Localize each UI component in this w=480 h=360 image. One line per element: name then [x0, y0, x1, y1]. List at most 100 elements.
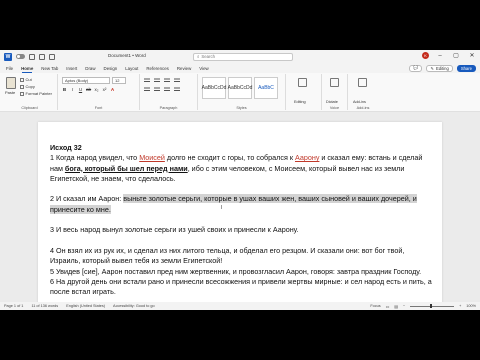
brush-icon [20, 91, 24, 96]
ribbon: Paste Cut Copy Format Painter Clipboard … [0, 73, 480, 112]
tab-file[interactable]: File [6, 66, 13, 71]
editing-group: Editing [286, 74, 322, 110]
font-size-select[interactable]: 12 [112, 77, 126, 84]
align-center-icon[interactable] [154, 87, 160, 92]
editing-group-label: Editing [294, 100, 306, 104]
save-icon[interactable] [29, 53, 35, 60]
addins-group: Add-ins Add-ins [348, 74, 378, 110]
style-heading-1[interactable]: AaBbC [254, 77, 278, 99]
style-normal[interactable]: AaBbCcDd [202, 77, 226, 99]
numbering-icon[interactable] [154, 78, 160, 83]
verse-1-bold-text: бога, который бы шел перед нами [64, 163, 188, 173]
pencil-icon: ✎ [430, 65, 434, 71]
undo-icon[interactable] [39, 53, 45, 60]
zoom-in-button[interactable]: + [459, 304, 461, 308]
maximize-button[interactable]: ▢ [451, 52, 461, 59]
search-icon: ⌕ [197, 54, 200, 59]
tab-draw[interactable]: Draw [85, 66, 95, 71]
zoom-out-button[interactable]: − [403, 304, 405, 308]
cut-button[interactable]: Cut [20, 77, 32, 82]
indent-icon[interactable] [174, 78, 180, 83]
tab-new-tab[interactable]: New Tab [41, 66, 58, 71]
mouse-cursor-icon: I [221, 205, 223, 211]
focus-button[interactable]: Focus [370, 304, 380, 308]
microphone-icon[interactable] [330, 78, 339, 87]
editing-mode-label: Editing [436, 65, 449, 71]
verse-3: 3 И весь народ вынул золотые серьги из у… [50, 225, 299, 235]
verse-6: 6 На другой день они встали рано и прине… [50, 276, 432, 297]
strikethrough-button[interactable]: ab [86, 87, 91, 92]
voice-group-label: Voice [329, 106, 340, 110]
autosave-toggle[interactable] [16, 54, 25, 59]
verse-1-text-b: долго не сходит с горы, то собрался к [164, 153, 295, 163]
avatar[interactable]: K [422, 52, 429, 59]
voice-group: Dictate Voice [322, 74, 348, 110]
verse-1-link-moses[interactable]: Моисей [139, 153, 165, 162]
tab-layout[interactable]: Layout [125, 66, 138, 71]
page-count[interactable]: Page 1 of 1 [4, 304, 23, 308]
verse-1-link-aaron[interactable]: Аарону [295, 153, 319, 162]
minimize-button[interactable]: – [435, 53, 445, 59]
document-body[interactable]: Исход 32 1 Когда народ увидел, что Моисе… [50, 143, 434, 297]
font-group: Aptos (Body) 12 B I U ab x₂ x² A Font [58, 74, 140, 110]
addins-icon[interactable] [358, 78, 367, 87]
tab-insert[interactable]: Insert [66, 66, 77, 71]
verse-2: 2 И сказал им Аарон: выньте золотые серь… [50, 194, 434, 215]
word-count[interactable]: 11 of 136 words [31, 304, 58, 308]
font-name-select[interactable]: Aptos (Body) [62, 77, 110, 84]
close-button[interactable]: ✕ [467, 52, 477, 59]
search-input[interactable]: ⌕ Search [193, 52, 293, 61]
addins-group-label: Add-ins [356, 106, 370, 110]
format-painter-button[interactable]: Format Painter [20, 91, 52, 96]
redo-icon[interactable] [49, 53, 55, 60]
print-layout-icon[interactable]: ▤ [394, 304, 398, 309]
share-button[interactable]: Share [456, 64, 476, 72]
justify-icon[interactable] [174, 87, 180, 92]
verse-4: 4 Он взял их из рук их, и сделал из них … [50, 245, 405, 266]
copy-button[interactable]: Copy [20, 84, 35, 89]
multilevel-list-icon[interactable] [164, 78, 170, 83]
verse-2-text-a: 2 И сказал им Аарон: [50, 194, 124, 204]
document-page[interactable]: Исход 32 1 Когда народ увидел, что Моисе… [38, 122, 442, 310]
style-no-spacing[interactable]: AaBbCcDd [228, 77, 252, 99]
clipboard-group: Paste Cut Copy Format Painter Clipboard [2, 74, 58, 110]
tab-view[interactable]: View [199, 66, 208, 71]
align-left-icon[interactable] [144, 87, 150, 92]
superscript-button[interactable]: x² [102, 87, 107, 92]
accessibility-status[interactable]: Accessibility: Good to go [113, 304, 155, 308]
tab-home[interactable]: Home [21, 66, 33, 73]
cut-label: Cut [25, 77, 32, 82]
subscript-button[interactable]: x₂ [94, 87, 99, 92]
title-bar: W Document1 • Word ⌕ Search K – ▢ ✕ [0, 50, 480, 63]
underline-button[interactable]: U [78, 87, 83, 92]
copy-label: Copy [25, 84, 35, 89]
italic-button[interactable]: I [70, 87, 75, 92]
align-right-icon[interactable] [164, 87, 170, 92]
read-mode-icon[interactable]: ▭ [386, 304, 390, 309]
dictate-label: Dictate [326, 100, 338, 104]
format-painter-label: Format Painter [25, 91, 52, 96]
find-icon[interactable] [298, 78, 307, 87]
document-area: Исход 32 1 Когда народ увидел, что Моисе… [0, 112, 480, 310]
paste-label: Paste [5, 90, 16, 95]
editing-mode-button[interactable]: ✎ Editing [426, 64, 453, 72]
paste-icon[interactable] [6, 77, 16, 89]
tab-references[interactable]: References [146, 66, 168, 71]
zoom-slider[interactable] [410, 304, 455, 308]
chapter-heading: Исход 32 [50, 143, 82, 152]
paragraph-group: Paragraph [140, 74, 198, 110]
comments-button[interactable]: 💬 [409, 64, 423, 72]
bullets-icon[interactable] [144, 78, 150, 83]
zoom-level[interactable]: 100% [466, 304, 476, 308]
font-group-label: Font [94, 106, 103, 110]
font-color-button[interactable]: A [110, 87, 115, 92]
zoom-slider-thumb[interactable] [430, 304, 432, 308]
tab-review[interactable]: Review [177, 66, 191, 71]
verse-1-text-a: 1 Когда народ увидел, что [50, 153, 140, 163]
word-window: W Document1 • Word ⌕ Search K – ▢ ✕ File… [0, 50, 480, 310]
word-logo-icon: W [4, 52, 12, 61]
bold-button[interactable]: B [62, 87, 67, 92]
language-indicator[interactable]: English (United States) [66, 304, 105, 308]
search-placeholder: Search [201, 54, 216, 59]
tab-design[interactable]: Design [104, 66, 118, 71]
